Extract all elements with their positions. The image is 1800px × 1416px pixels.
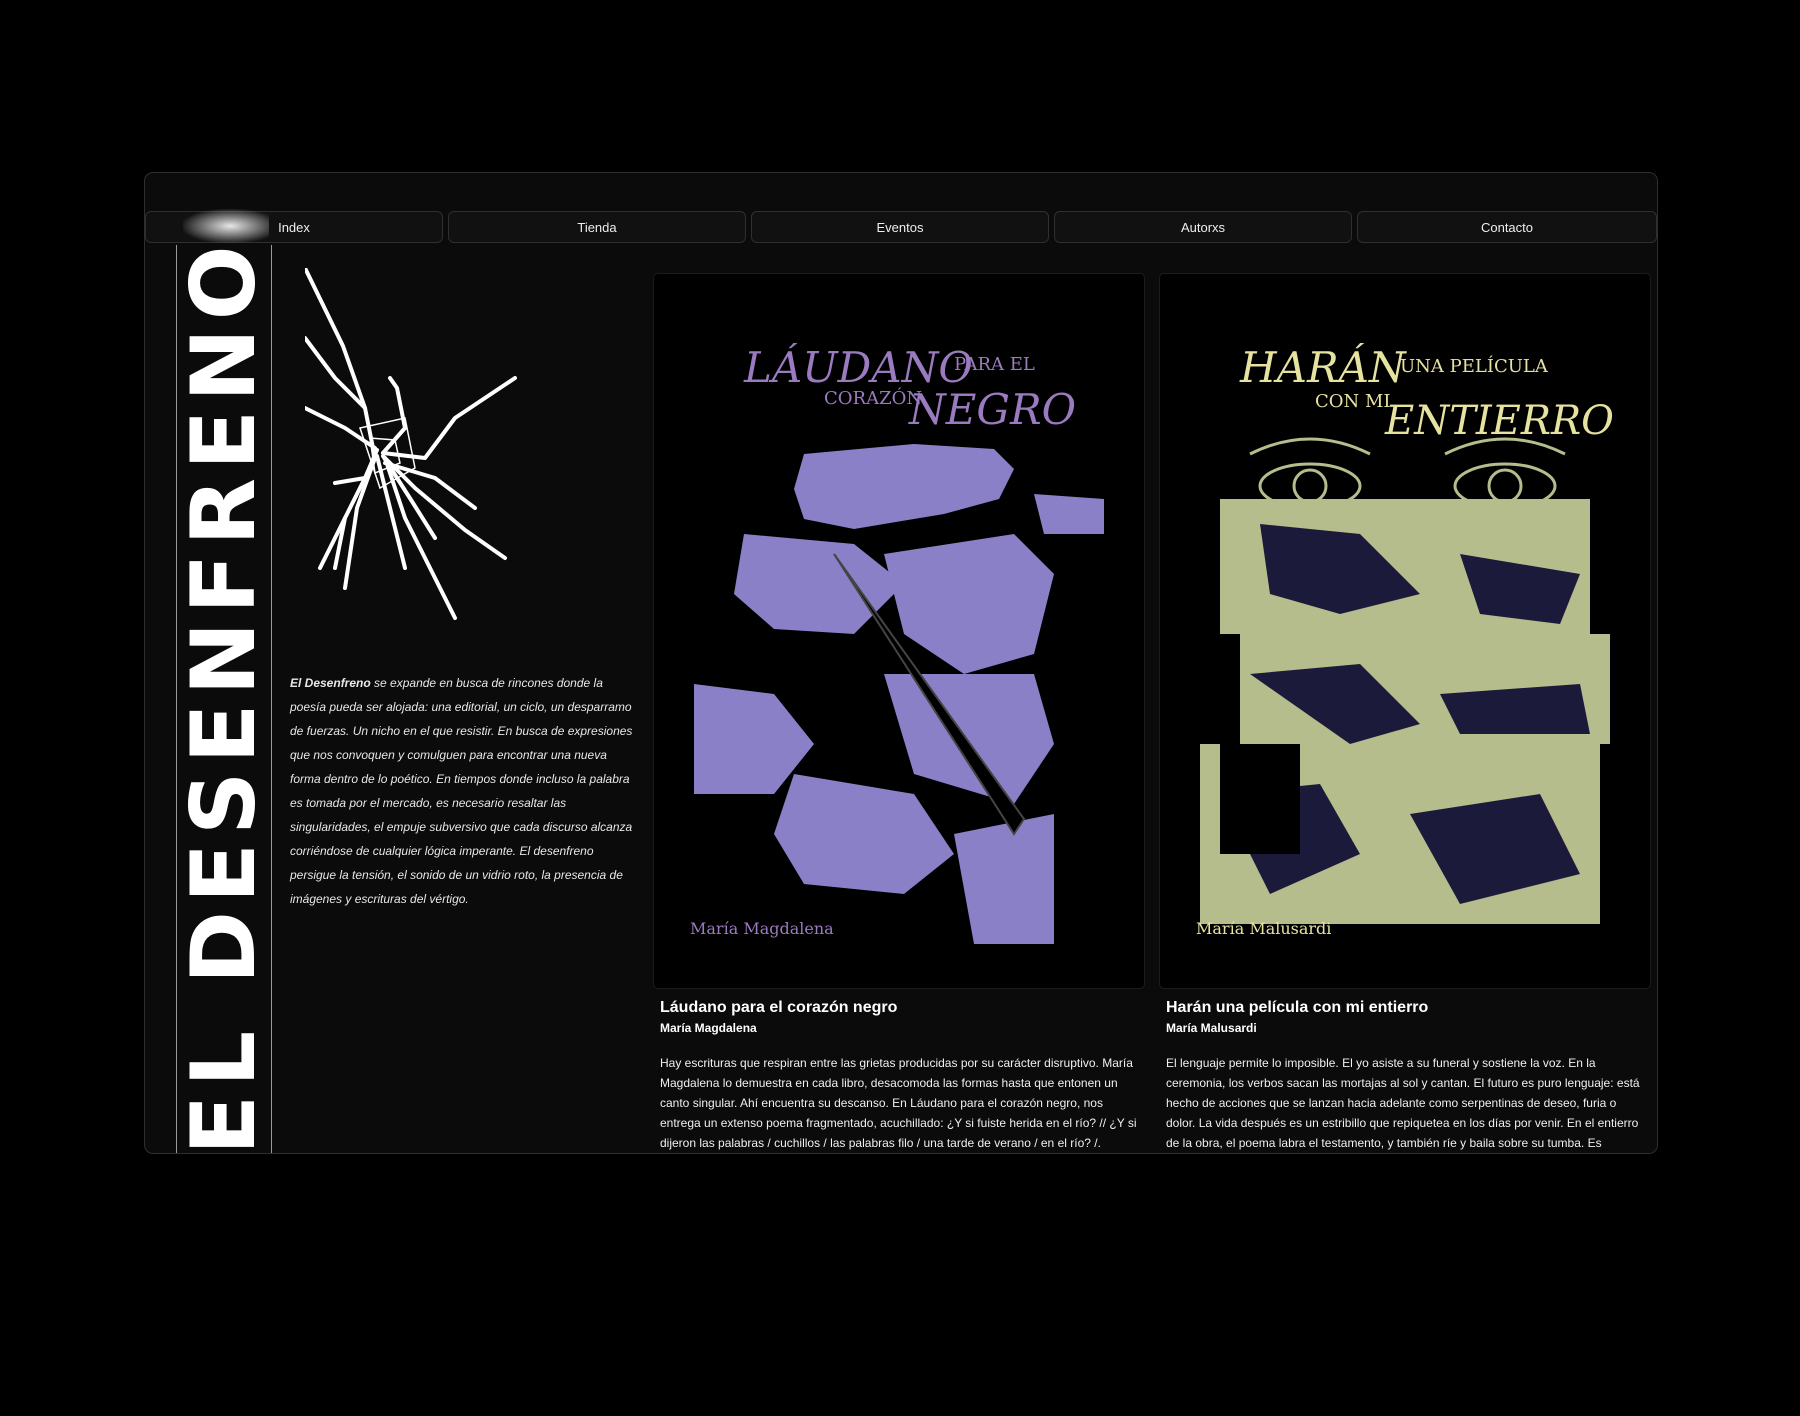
book-author: María Malusardi [1166,1021,1257,1035]
intro-body: se expande en busca de rincones donde la… [290,676,633,906]
nav-tab-tienda[interactable]: Tienda [448,211,746,243]
main-nav: Index Tienda Eventos Autorxs Contacto [145,211,1657,245]
book-cover-card[interactable]: LÁUDANO PARA EL CORAZÓN NEGRO María Magd… [653,273,1145,989]
nav-tab-eventos[interactable]: Eventos [751,211,1049,243]
book-title[interactable]: Harán una película con mi entierro [1166,999,1428,1017]
svg-text:UNA PELÍCULA: UNA PELÍCULA [1400,354,1549,377]
book-cover-art: LÁUDANO PARA EL CORAZÓN NEGRO María Magd… [690,342,1104,944]
book-description: Hay escrituras que respiran entre las gr… [660,1056,1137,1150]
book-description: El lenguaje permite lo imposible. El yo … [1166,1056,1640,1150]
svg-text:ENTIERRO: ENTIERRO [1384,398,1614,444]
intro-text: El Desenfreno se expande en busca de rin… [290,671,635,911]
svg-text:PARA EL: PARA EL [954,354,1035,375]
nav-tab-autorxs[interactable]: Autorxs [1054,211,1352,243]
svg-text:CON MI: CON MI [1315,391,1391,412]
svg-text:HARÁN: HARÁN [1239,342,1407,392]
intro-bold: El Desenfreno [290,676,371,690]
nav-tab-contacto[interactable]: Contacto [1357,211,1657,243]
vertical-brand-text-wrap: EL DESENFRENO EL D [177,245,271,1153]
site-window: Index Tienda Eventos Autorxs Contacto EL… [144,172,1658,1154]
svg-text:María Malusardi: María Malusardi [1196,919,1331,938]
book-title[interactable]: Láudano para el corazón negro [660,999,897,1017]
vertical-brand-bar[interactable]: EL DESENFRENO EL D [176,245,272,1153]
logo-glow [183,209,269,243]
vertical-brand-text: EL DESENFRENO EL D [176,245,272,1153]
book-cover-art: HARÁN UNA PELÍCULA CON MI ENTIERRO María… [1196,342,1614,938]
svg-text:NEGRO: NEGRO [908,385,1076,434]
book-cover-card[interactable]: HARÁN UNA PELÍCULA CON MI ENTIERRO María… [1159,273,1651,989]
svg-text:CORAZÓN: CORAZÓN [824,386,922,409]
broken-glass-icon [305,268,517,620]
book-author: María Magdalena [660,1021,757,1035]
svg-text:María Magdalena: María Magdalena [690,919,834,938]
